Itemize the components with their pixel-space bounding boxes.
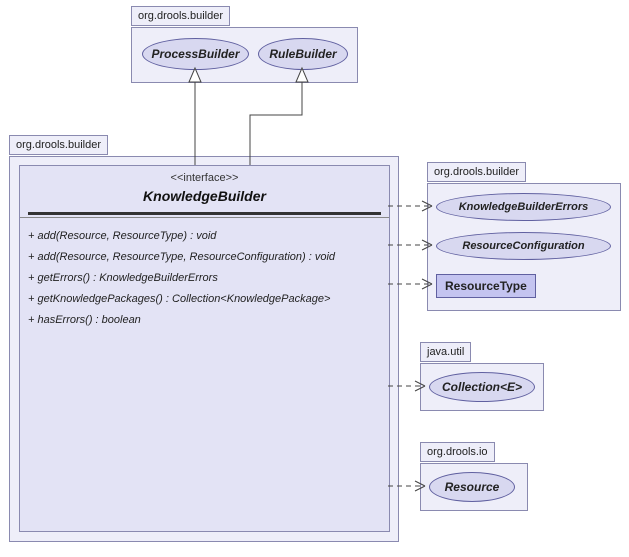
interface-header: <<interface>> KnowledgeBuilder [20,166,389,208]
collection-interface: Collection<E> [429,372,535,402]
package-label: org.drools.builder [434,166,519,178]
interface-stereotype: <<interface>> [20,172,389,184]
rt-label: ResourceType [445,279,527,293]
kbe-label: KnowledgeBuilderErrors [459,201,589,213]
process-builder-label: ProcessBuilder [151,47,239,61]
package-tab-right2: java.util [420,342,471,362]
resource-label: Resource [445,480,500,494]
collection-label: Collection<E> [442,380,522,394]
package-tab-main: org.drools.builder [9,135,108,155]
knowledge-builder-interface: <<interface>> KnowledgeBuilder + add(Res… [19,165,390,532]
resource-configuration-interface: ResourceConfiguration [436,232,611,260]
rc-label: ResourceConfiguration [462,240,584,252]
package-tab-top: org.drools.builder [131,6,230,26]
resource-type-class: ResourceType [436,274,536,298]
resource-interface: Resource [429,472,515,502]
package-tab-right1: org.drools.builder [427,162,526,182]
rule-builder-interface: RuleBuilder [258,38,348,70]
divider [28,212,381,215]
uml-diagram: org.drools.builder ProcessBuilder RuleBu… [0,0,629,557]
interface-name: KnowledgeBuilder [20,184,389,204]
package-label: org.drools.builder [16,139,101,151]
process-builder-interface: ProcessBuilder [142,38,249,70]
package-label: java.util [427,346,464,358]
operation: + getErrors() : KnowledgeBuilderErrors [28,268,381,289]
package-tab-right3: org.drools.io [420,442,495,462]
operation: + add(Resource, ResourceType) : void [28,226,381,247]
package-label: org.drools.builder [138,10,223,22]
divider [20,217,389,218]
operations-compartment: + add(Resource, ResourceType) : void + a… [20,222,389,334]
operation: + getKnowledgePackages() : Collection<Kn… [28,289,381,310]
rule-builder-label: RuleBuilder [269,47,336,61]
knowledge-builder-errors-interface: KnowledgeBuilderErrors [436,193,611,221]
operation: + hasErrors() : boolean [28,310,381,331]
package-label: org.drools.io [427,446,488,458]
operation: + add(Resource, ResourceType, ResourceCo… [28,247,381,268]
